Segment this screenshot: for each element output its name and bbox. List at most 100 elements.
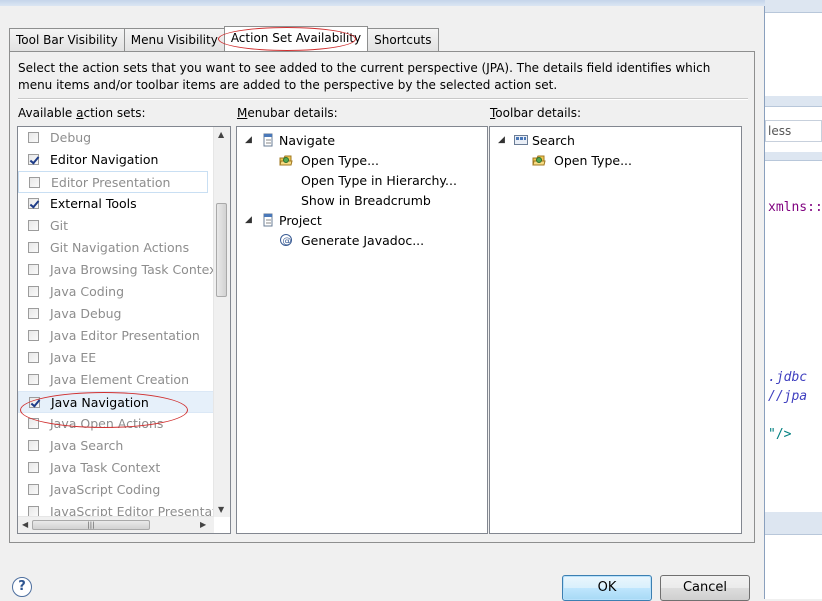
editor-ruler-strip [765,152,822,161]
action-set-row[interactable]: Git Navigation Actions [18,237,214,259]
toolbar-details-tree[interactable]: ◢ Search Open Type... [489,126,742,534]
list-vertical-scrollbar[interactable]: ▲ ▼ [213,127,230,517]
expand-triangle-icon[interactable]: ◢ [245,135,252,145]
scroll-right-arrow-icon[interactable]: ▶ [200,520,206,529]
action-set-label: Java Editor Presentation [50,328,200,343]
menu-icon [261,213,275,227]
tree-row[interactable]: ◢ Project [237,211,477,231]
action-set-row[interactable]: Java Open Actions [18,413,214,435]
tree-row[interactable]: @ Generate Javadoc... [237,231,477,251]
action-set-row[interactable]: Java Debug [18,303,214,325]
vertical-scroll-thumb[interactable] [216,203,227,297]
action-set-row[interactable]: Git [18,215,214,237]
scroll-left-arrow-icon[interactable]: ◀ [22,520,28,529]
ok-button[interactable]: OK [562,575,652,601]
tree-item-label: Navigate [279,133,336,148]
action-set-row[interactable]: Java EE [18,347,214,369]
tree-item-label: Show in Breadcrumb [301,193,431,208]
action-set-checkbox[interactable] [28,418,39,429]
action-set-label: Java Coding [50,284,125,299]
action-set-checkbox[interactable] [28,484,39,495]
customize-perspective-dialog: Tool Bar Visibility Menu Visibility Acti… [0,0,765,601]
action-set-label: Java Search [50,438,124,453]
action-set-label: Java Browsing Task Context [50,262,222,277]
tree-item-label: Open Type... [301,153,379,168]
action-set-checkbox[interactable] [28,330,39,341]
available-action-sets-list[interactable]: JavaScript Editor Presentatio JavaScript … [17,126,231,534]
action-set-label: Git [50,218,69,233]
tree-row[interactable]: Show in Breadcrumb [237,191,477,211]
action-set-checkbox[interactable] [28,264,39,275]
action-set-row[interactable]: Java Editor Presentation [18,325,214,347]
tree-row[interactable]: Open Type in Hierarchy... [237,171,477,191]
action-set-label: Java Debug [50,306,122,321]
action-set-checkbox[interactable] [28,286,39,297]
editor-toolbar-strip [765,0,822,13]
editor-tab-strip [765,96,822,107]
list-horizontal-scrollbar[interactable]: ◀ ||| ▶ [18,516,214,533]
background-editor: less xmlns:: .jdbc //jpa "/> [765,0,822,599]
editor-code-line: "/> [768,427,792,442]
action-set-row[interactable]: External Tools [18,193,214,215]
action-set-checkbox[interactable] [28,220,39,231]
action-set-row[interactable]: Java Element Creation [18,369,214,391]
action-set-label: Java Element Creation [50,372,189,387]
editor-code-line: //jpa [768,389,808,404]
action-set-row[interactable]: Java Search [18,435,214,457]
action-set-checkbox[interactable] [28,462,39,473]
action-set-label: Editor Navigation [50,152,159,167]
cancel-button[interactable]: Cancel [660,575,750,601]
horizontal-scroll-thumb[interactable]: ||| [32,520,150,530]
action-set-row[interactable]: Editor Navigation [18,149,214,171]
scroll-down-arrow-icon[interactable]: ▼ [218,505,224,514]
action-set-label: Debug [50,130,92,145]
action-set-row[interactable]: Java Task Context [18,457,214,479]
action-set-label: Git Navigation Actions [50,240,190,255]
action-set-checkbox[interactable] [28,440,39,451]
expand-triangle-icon[interactable]: ◢ [245,215,252,225]
tab-tool-bar-visibility[interactable]: Tool Bar Visibility [9,28,125,51]
scroll-up-arrow-icon[interactable]: ▲ [218,130,224,139]
menubar-details-tree[interactable]: ◢ Navigate Open Type... Open Type in Hierar… [236,126,488,534]
action-set-checkbox[interactable] [29,177,40,188]
action-set-row[interactable]: Java Navigation [18,391,214,413]
tree-item-label: Project [279,213,322,228]
tab-bar: Tool Bar Visibility Menu Visibility Acti… [9,26,439,52]
tab-shortcuts[interactable]: Shortcuts [367,28,439,51]
action-set-checkbox[interactable] [28,132,39,143]
tree-item-label: Generate Javadoc... [301,233,425,248]
action-set-checkbox[interactable] [28,198,39,209]
tree-row[interactable]: ◢ Navigate [237,131,477,151]
open-type-icon [279,153,293,167]
tree-row[interactable]: Open Type... [490,151,730,171]
action-set-row[interactable]: Debug [18,127,214,149]
tree-item-label: Open Type... [554,153,632,168]
available-action-sets-label: Available action sets: [18,106,146,120]
tree-row[interactable]: ◢ Search [490,131,730,151]
editor-status-strip [765,512,822,535]
action-set-row[interactable]: Java Browsing Task Context [18,259,221,281]
expand-triangle-icon[interactable]: ◢ [498,135,505,145]
tree-row[interactable]: Open Type... [237,151,477,171]
dialog-titlebar [0,0,765,6]
action-set-label: JavaScript Coding [50,482,161,497]
panel-description: Select the action sets that you want to … [18,61,711,92]
toolbar-details-label: Toolbar details: [490,106,582,120]
editor-code-line: .jdbc [768,370,808,385]
action-set-row[interactable]: Editor Presentation [18,171,208,193]
separator [18,98,748,100]
action-set-checkbox[interactable] [28,308,39,319]
action-set-row[interactable]: Java Coding [18,281,214,303]
action-set-checkbox[interactable] [28,352,39,363]
tab-action-set-availability[interactable]: Action Set Availability [223,26,369,52]
action-set-checkbox[interactable] [29,397,40,408]
editor-code-line: xmlns:: [768,200,822,215]
action-set-checkbox[interactable] [28,154,39,165]
action-set-checkbox[interactable] [28,374,39,385]
action-set-label: Java Navigation [51,395,149,410]
editor-search-field[interactable]: less [765,120,822,142]
action-set-checkbox[interactable] [28,242,39,253]
action-set-row[interactable]: JavaScript Coding [18,479,214,501]
tab-menu-visibility[interactable]: Menu Visibility [123,28,225,51]
help-icon[interactable]: ? [12,577,32,597]
